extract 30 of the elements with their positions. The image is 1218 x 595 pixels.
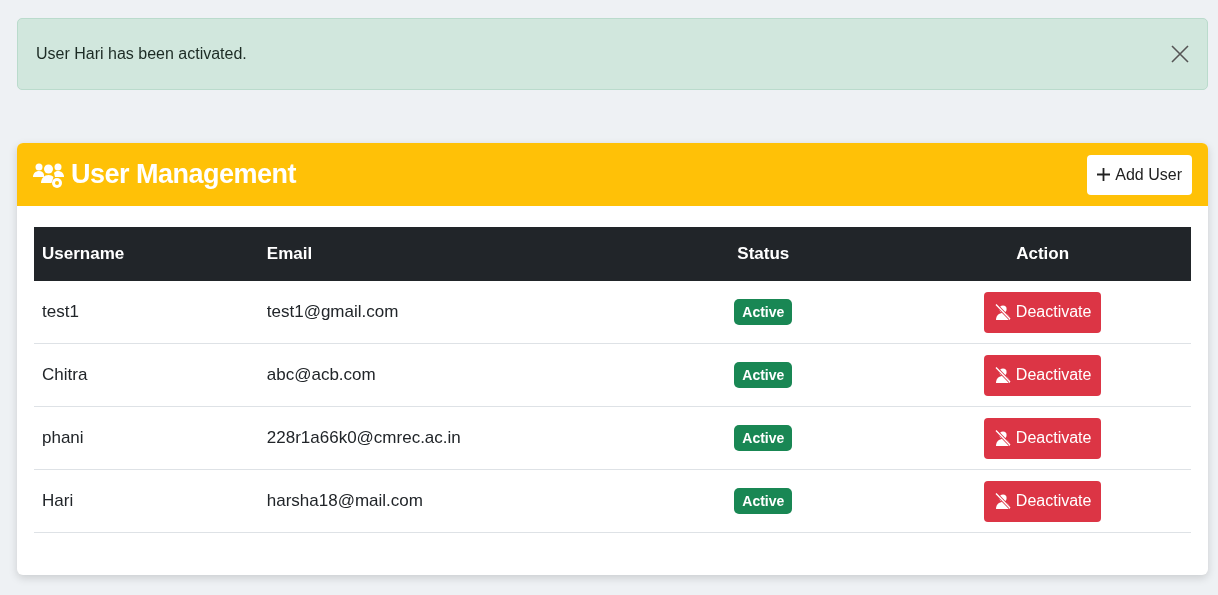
table-cell-text: phani <box>41 428 85 448</box>
table-cell-text: harsha18@mail.com <box>265 491 424 511</box>
close-icon <box>1171 45 1189 63</box>
deactivate-button[interactable]: Deactivate <box>983 417 1102 459</box>
table-cell-text: Chitra <box>41 365 89 385</box>
status-badge: Active <box>734 362 793 388</box>
table-cell-text: Hari <box>41 491 75 511</box>
table-cell-text: test1 <box>41 302 80 322</box>
alert-message: User Hari has been activated. <box>36 45 247 63</box>
table-cell-text: abc@acb.com <box>265 365 377 385</box>
column-header: Status <box>736 244 791 264</box>
add-user-button[interactable]: Add User <box>1087 154 1192 195</box>
user-slash-icon <box>993 492 1012 510</box>
user-slash-icon <box>993 303 1012 321</box>
user-slash-icon <box>993 429 1012 447</box>
column-header: Username <box>41 244 126 264</box>
user-slash-icon <box>993 366 1012 384</box>
table-cell-text: test1@gmail.com <box>265 302 400 322</box>
deactivate-button[interactable]: Deactivate <box>983 354 1102 396</box>
status-badge: Active <box>734 299 793 325</box>
column-header: Action <box>1015 244 1071 264</box>
card-title: User Management <box>71 159 297 190</box>
status-badge: Active <box>734 425 793 451</box>
plus-icon <box>1097 168 1111 181</box>
table-cell-text: 228r1a66k0@cmrec.ac.in <box>265 428 462 448</box>
close-button[interactable] <box>1169 43 1191 65</box>
column-header: Email <box>265 244 314 264</box>
deactivate-button[interactable]: Deactivate <box>983 480 1102 522</box>
deactivate-button[interactable]: Deactivate <box>983 291 1102 333</box>
status-badge: Active <box>734 488 793 514</box>
